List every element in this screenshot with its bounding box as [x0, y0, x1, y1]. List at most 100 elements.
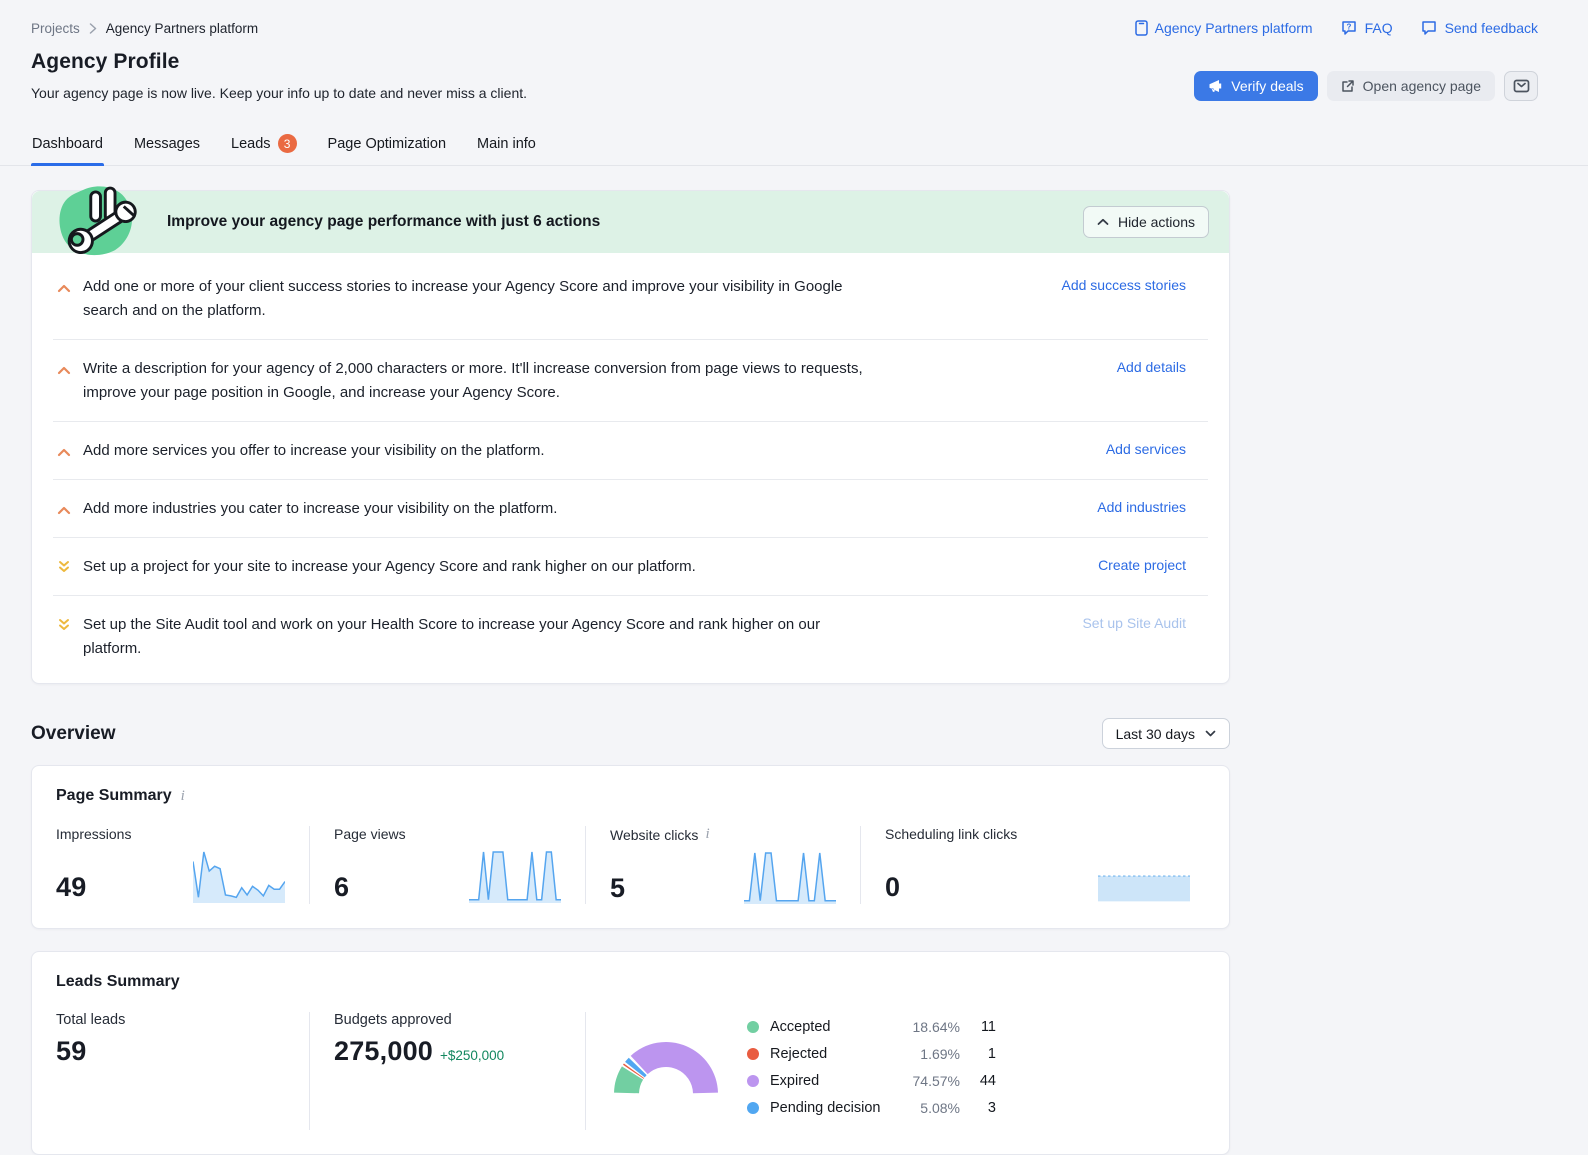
leads-donut-chart — [614, 1042, 718, 1094]
breadcrumb-projects[interactable]: Projects — [31, 21, 80, 36]
actions-banner-title: Improve your agency page performance wit… — [167, 213, 601, 230]
action-text: Set up the Site Audit tool and work on y… — [83, 616, 821, 657]
metric-scheduling-clicks: Scheduling link clicks 0 — [860, 826, 1229, 904]
legend-count: 11 — [980, 1018, 996, 1035]
add-services-link[interactable]: Add services — [1082, 441, 1208, 457]
budgets-approved-block: Budgets approved 275,000 +$250,000 — [309, 1012, 585, 1130]
priority-high-chevron-icon — [57, 444, 72, 460]
verify-deals-button[interactable]: Verify deals — [1194, 71, 1318, 101]
breadcrumb-current: Agency Partners platform — [105, 20, 259, 36]
legend-label: Rejected — [770, 1045, 828, 1062]
impressions-sparkline-chart — [193, 847, 285, 903]
legend-row-accepted: Accepted 18.64% 11 — [747, 1013, 996, 1040]
metric-website-clicks: Website clicks i 5 — [585, 826, 860, 904]
tab-label: Messages — [133, 135, 201, 152]
action-row-services: Add more services you offer to increase … — [53, 421, 1208, 479]
add-success-stories-link[interactable]: Add success stories — [1038, 277, 1209, 293]
main-content: Improve your agency page performance wit… — [31, 186, 1230, 1155]
action-text: Add more industries you cater to increas… — [83, 500, 558, 517]
add-details-link[interactable]: Add details — [1093, 359, 1208, 375]
action-list: Add one or more of your client success s… — [32, 253, 1229, 683]
legend-dot — [747, 1101, 759, 1114]
legend-dot — [747, 1020, 759, 1033]
tab-main-info[interactable]: Main info — [476, 126, 537, 166]
page-summary-metrics: Impressions 49 Page views 6 Website clic… — [32, 826, 1229, 904]
tab-label: Leads — [231, 135, 271, 152]
metric-value: 6 — [334, 872, 350, 902]
open-agency-page-button[interactable]: Open agency page — [1326, 71, 1495, 101]
faq-link[interactable]: ? FAQ — [1341, 20, 1393, 36]
add-industries-link[interactable]: Add industries — [1073, 499, 1208, 515]
verify-deals-label: Verify deals — [1231, 78, 1304, 94]
header-link-label: FAQ — [1364, 20, 1393, 36]
mail-button[interactable] — [1504, 71, 1538, 101]
external-link-icon — [1341, 80, 1354, 92]
header-link-label: Send feedback — [1444, 20, 1538, 36]
leads-summary-card: Leads Summary Total leads 59 Budgets app… — [31, 951, 1230, 1155]
chevron-right-icon — [89, 22, 97, 34]
action-text: Add more services you offer to increase … — [83, 442, 545, 459]
hand-wrench-illustration — [59, 186, 137, 256]
period-value: Last 30 days — [1115, 725, 1195, 742]
action-row-industries: Add more industries you cater to increas… — [53, 479, 1208, 537]
actions-banner: Improve your agency page performance wit… — [32, 186, 1229, 256]
metric-label: Website clicks — [610, 826, 699, 843]
tab-messages[interactable]: Messages — [133, 126, 201, 166]
tab-label: Dashboard — [32, 135, 103, 152]
create-project-link[interactable]: Create project — [1074, 557, 1208, 573]
info-icon[interactable]: i — [705, 826, 709, 843]
leads-summary-title: Leads Summary — [56, 973, 180, 990]
info-icon[interactable]: i — [181, 788, 185, 805]
legend-row-expired: Expired 74.57% 44 — [747, 1067, 996, 1094]
hide-actions-button[interactable]: Hide actions — [1082, 206, 1209, 238]
page-summary-title: Page Summary — [56, 787, 172, 804]
action-text: Set up a project for your site to increa… — [83, 558, 696, 575]
metric-value: 5 — [610, 873, 626, 903]
agency-partners-platform-link[interactable]: Agency Partners platform — [1134, 20, 1313, 36]
overview-header: Overview Last 30 days — [31, 718, 1230, 749]
svg-text:?: ? — [1346, 22, 1351, 31]
total-leads-label: Total leads — [56, 1012, 126, 1028]
metric-label: Scheduling link clicks — [885, 826, 1018, 842]
set-up-site-audit-link[interactable]: Set up Site Audit — [1058, 615, 1208, 631]
metric-value: 49 — [56, 872, 87, 902]
legend-dot — [747, 1074, 759, 1087]
metric-page-views: Page views 6 — [309, 826, 585, 904]
chevron-up-icon — [1097, 218, 1109, 225]
total-leads-block: Total leads 59 — [32, 1012, 309, 1130]
tab-dashboard[interactable]: Dashboard — [31, 126, 104, 166]
send-feedback-link[interactable]: Send feedback — [1421, 20, 1538, 36]
leads-count-badge: 3 — [277, 134, 297, 153]
period-dropdown[interactable]: Last 30 days — [1101, 718, 1230, 749]
hide-actions-label: Hide actions — [1117, 214, 1195, 230]
legend-dot — [747, 1047, 759, 1060]
page-subtitle: Your agency page is now live. Keep your … — [31, 85, 528, 101]
priority-high-chevron-icon — [57, 362, 72, 378]
tab-bar: Dashboard Messages Leads 3 Page Optimizat… — [0, 126, 1588, 166]
action-text: Write a description for your agency of 2… — [83, 360, 863, 401]
page-summary-card: Page Summary i Impressions 49 Page views… — [31, 765, 1230, 929]
legend-label: Pending decision — [770, 1099, 881, 1116]
legend-percent: 74.57% — [912, 1072, 960, 1089]
legend-count: 44 — [979, 1072, 996, 1089]
action-row-success-stories: Add one or more of your client success s… — [53, 258, 1208, 339]
metric-impressions: Impressions 49 — [32, 826, 309, 904]
scheduling-clicks-sparkline-chart — [1098, 847, 1190, 902]
tab-label: Main info — [477, 135, 536, 152]
overview-title: Overview — [31, 722, 116, 744]
legend-label: Accepted — [770, 1018, 831, 1035]
metric-value: 0 — [885, 872, 901, 902]
chevron-down-icon — [1205, 730, 1216, 737]
megaphone-icon — [1209, 80, 1222, 92]
improve-actions-panel: Improve your agency page performance wit… — [31, 186, 1230, 684]
website-clicks-sparkline-chart — [744, 848, 836, 904]
envelope-icon — [1513, 79, 1529, 93]
header-buttons: Verify deals Open agency page — [1194, 71, 1538, 101]
feedback-bubble-icon — [1421, 21, 1436, 35]
page-title: Agency Profile — [31, 50, 180, 73]
metric-label: Page views — [334, 826, 406, 842]
tab-leads[interactable]: Leads 3 — [230, 126, 298, 166]
tab-page-optimization[interactable]: Page Optimization — [327, 126, 447, 166]
header-link-label: Agency Partners platform — [1154, 20, 1313, 36]
page-views-sparkline-chart — [469, 847, 561, 903]
